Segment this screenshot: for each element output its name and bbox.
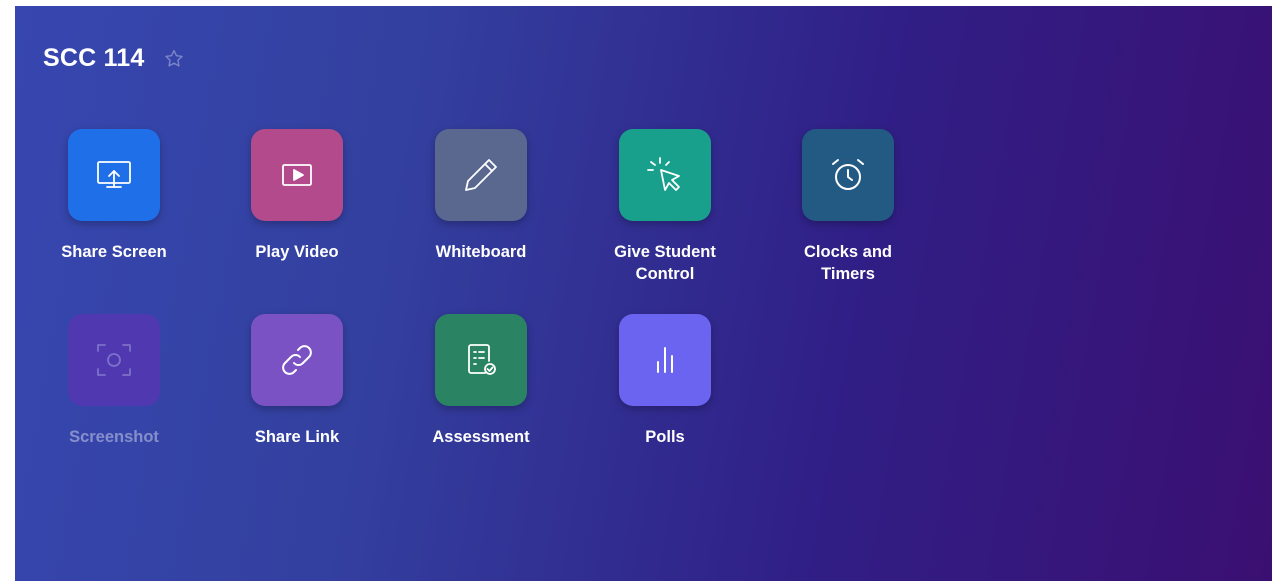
play-video-icon [277, 155, 317, 195]
label-line-2: Timers [821, 265, 875, 283]
bar-chart-icon [643, 338, 687, 382]
classroom-panel: SCC 114 Share Screen Play Video Whiteboa… [15, 6, 1272, 581]
tile-label-share-link: Share Link [254, 428, 340, 446]
give-student-control-tile-button[interactable] [619, 129, 711, 221]
tile-assessment[interactable]: Assessment [401, 314, 561, 448]
tile-label-assessment: Assessment [432, 428, 530, 446]
tile-polls[interactable]: Polls [585, 314, 745, 448]
play-video-tile-button[interactable] [251, 129, 343, 221]
share-screen-icon [94, 155, 134, 195]
link-icon [275, 338, 319, 382]
tile-share-screen[interactable]: Share Screen [34, 129, 194, 263]
page-title: SCC 114 [43, 44, 145, 72]
tile-give-student-control[interactable]: Give Student Control [585, 129, 745, 285]
alarm-clock-icon [826, 153, 870, 197]
assessment-tile-button[interactable] [435, 314, 527, 406]
tile-label-screenshot: Screenshot [69, 428, 159, 446]
tile-whiteboard[interactable]: Whiteboard [401, 129, 561, 263]
clocks-and-timers-tile-button[interactable] [802, 129, 894, 221]
label-line-2: Control [635, 265, 695, 283]
star-outline-icon[interactable] [162, 47, 186, 71]
share-screen-tile-button[interactable] [68, 129, 160, 221]
pencil-icon [459, 153, 503, 197]
tile-label-share-screen: Share Screen [61, 243, 167, 261]
tile-play-video[interactable]: Play Video [217, 129, 377, 263]
label-line-1: Clocks and [803, 243, 893, 261]
share-link-tile-button[interactable] [251, 314, 343, 406]
tile-label-polls: Polls [645, 428, 685, 446]
tile-label-whiteboard: Whiteboard [435, 243, 527, 261]
tile-share-link[interactable]: Share Link [217, 314, 377, 448]
whiteboard-tile-button[interactable] [435, 129, 527, 221]
screenshot-tile-button [68, 314, 160, 406]
tile-clocks-and-timers[interactable]: Clocks and Timers [768, 129, 928, 285]
tile-label-give-student-control: Give Student Control [614, 241, 716, 285]
tile-label-clocks-and-timers: Clocks and Timers [804, 241, 892, 285]
assessment-icon [459, 338, 503, 382]
polls-tile-button[interactable] [619, 314, 711, 406]
tile-label-play-video: Play Video [255, 243, 339, 261]
screenshot-icon [92, 338, 136, 382]
tile-screenshot: Screenshot [34, 314, 194, 448]
cursor-click-icon [643, 153, 687, 197]
label-line-1: Give Student [614, 243, 716, 261]
header: SCC 114 [43, 44, 186, 73]
